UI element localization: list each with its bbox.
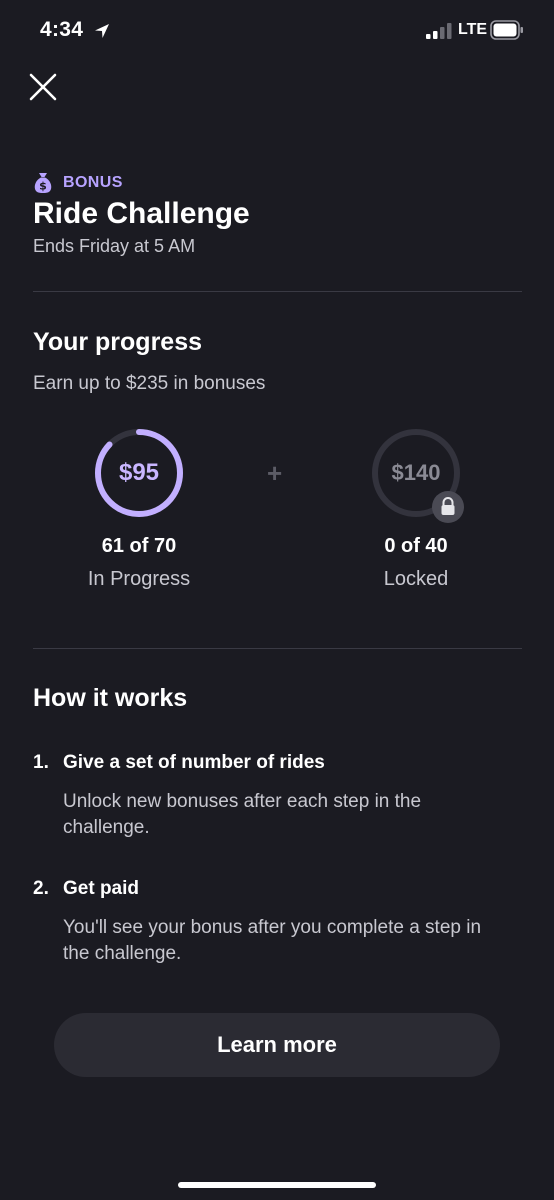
bonus-label: BONUS — [63, 174, 123, 191]
step-2-description: You'll see your bonus after you complete… — [63, 917, 482, 964]
progress-heading: Your progress — [33, 328, 203, 356]
tier-1-state: In Progress — [87, 568, 191, 590]
tier-1-amount: $95 — [118, 459, 160, 486]
svg-text:$: $ — [39, 180, 47, 193]
page-title: Ride Challenge — [33, 197, 250, 230]
tier-2-amount: $140 — [391, 460, 441, 485]
step-1-title: Give a set of number of rides — [63, 752, 325, 773]
bonus-tag: $ BONUS — [33, 172, 123, 194]
tier-1-count: 61 of 70 — [101, 535, 177, 557]
home-indicator — [178, 1182, 376, 1188]
ride-challenge-screen: 4:34 LTE $ BONUS Ride Challenge Ends Fri… — [0, 0, 554, 1200]
progress-subtitle: Earn up to $235 in bonuses — [33, 373, 266, 394]
divider — [33, 648, 522, 649]
battery-icon — [490, 20, 523, 40]
step-2-number: 2. — [33, 878, 49, 899]
tier-2-state: Locked — [383, 568, 449, 590]
status-time: 4:34 — [40, 18, 84, 41]
step-1-description: Unlock new bonuses after each step in th… — [63, 791, 422, 838]
learn-more-button[interactable]: Learn more — [54, 1013, 500, 1077]
network-label: LTE — [458, 21, 488, 38]
signal-strength-icon — [426, 23, 452, 39]
how-it-works-heading: How it works — [33, 684, 188, 712]
close-icon[interactable] — [28, 72, 58, 102]
money-bag-icon: $ — [34, 173, 52, 193]
tier-2-count: 0 of 40 — [384, 535, 448, 557]
step-2-title: Get paid — [63, 878, 140, 899]
lock-icon — [432, 491, 464, 523]
location-arrow-icon — [95, 24, 109, 38]
step-1-number: 1. — [33, 752, 49, 773]
status-bar: 4:34 LTE — [0, 0, 554, 62]
challenge-end-time: Ends Friday at 5 AM — [33, 236, 196, 256]
divider — [33, 291, 522, 292]
plus-separator: + — [267, 458, 283, 488]
